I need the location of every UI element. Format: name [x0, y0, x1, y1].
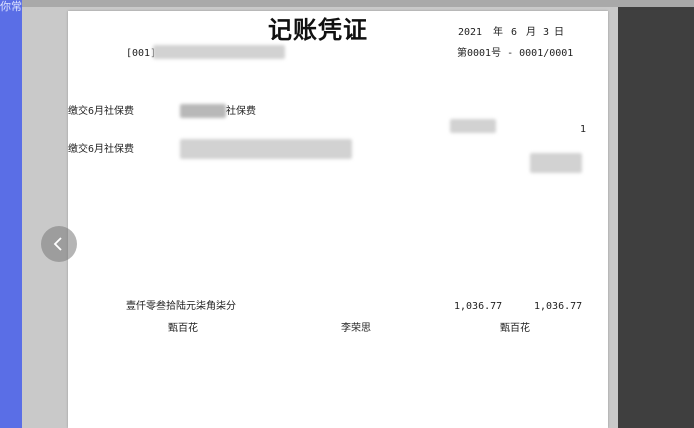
previous-page-button[interactable] — [41, 226, 77, 262]
total-in-words: 壹仟零叁拾陆元柒角柒分 — [126, 301, 236, 312]
voucher-date-day: 3 — [543, 27, 550, 38]
entry-1-account-suffix: 社保费 — [226, 106, 256, 117]
viewer-top-bar — [22, 0, 694, 7]
viewer-side-panel — [618, 7, 694, 428]
redacted-account-1 — [180, 104, 226, 118]
redacted-org-name — [153, 45, 285, 59]
voucher-number: 第0001号 - 0001/0001 — [457, 48, 574, 59]
voucher-title: 记账凭证 — [268, 16, 368, 44]
voucher-date-year: 2021 — [458, 27, 483, 38]
redacted-account-2 — [180, 139, 352, 159]
chevron-left-icon — [53, 237, 62, 251]
entry-1-summary: 缴交6月社保费 — [68, 106, 135, 117]
redacted-amount-1 — [450, 119, 496, 133]
total-credit: 1,036.77 — [534, 301, 583, 312]
voucher-date-year-label: 年 — [493, 27, 503, 38]
voucher-date-month: 6 — [511, 27, 518, 38]
redacted-amount-2 — [530, 153, 582, 173]
entry-2-summary: 缴交6月社保费 — [68, 144, 135, 155]
signer-maker: 甄百花 — [500, 323, 530, 334]
voucher-date-month-label: 月 — [526, 27, 536, 38]
entry-1-amount: 1 — [580, 124, 587, 135]
voucher-date-day-label: 日 — [554, 27, 564, 38]
document-viewer: 记账凭证 2021 年 6 月 3 日 [001] 第0001号 - 0001/… — [22, 0, 694, 428]
signer-reviewer: 李荣思 — [341, 323, 371, 334]
voucher-page: 记账凭证 2021 年 6 月 3 日 [001] 第0001号 - 0001/… — [68, 11, 608, 428]
total-debit: 1,036.77 — [454, 301, 503, 312]
org-code: [001] — [126, 48, 157, 59]
corner-label: 你常 — [0, 0, 22, 13]
signer-accountant: 甄百花 — [168, 323, 198, 334]
